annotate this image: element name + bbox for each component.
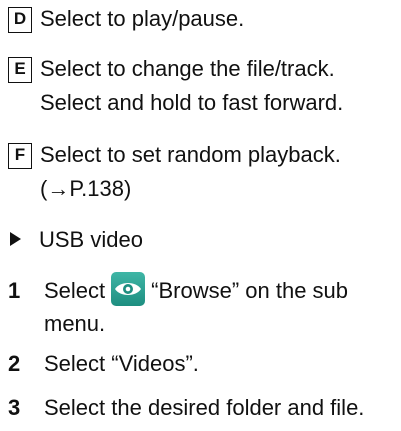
item-f-text-1: Select to set random playback. [40,142,341,167]
step-1: 1 Select “Browse” on the sub [8,272,348,309]
triangle-bullet-icon [10,232,21,246]
step-1-text-pre: Select [44,278,106,303]
step-2-text: Select “Videos”. [44,351,199,376]
section-title: USB video [39,227,143,252]
section-usb-video: USB video [8,222,143,258]
item-e-line-2: Select and hold to fast forward. [40,85,343,121]
manual-page: D Select to play/pause. E Select to change… [0,0,401,431]
key-d-label: D [8,7,32,33]
item-f-line-2: (→P.138) [40,171,131,207]
step-1-text-cont: menu. [44,311,106,336]
item-e: E Select to change the file/track. [8,51,335,87]
item-d: D Select to play/pause. [8,1,244,37]
item-d-text: Select to play/pause. [40,6,245,31]
step-2-number: 2 [8,351,21,376]
step-2: 2 Select “Videos”. [8,346,199,382]
item-f: F Select to set random playback. [8,137,341,173]
step-1-number: 1 [8,278,21,303]
item-e-text-1: Select to change the file/track. [40,56,335,81]
step-3: 3 Select the desired folder and file. [8,390,364,426]
item-f-text-2: (→P.138) [40,176,132,201]
key-f-label: F [8,143,32,169]
step-3-number: 3 [8,395,21,420]
step-1-line-2: menu. [44,306,105,342]
browse-eye-icon [111,272,146,306]
key-e-label: E [8,57,32,83]
step-1-text-post: “Browse” on the sub [151,278,349,303]
item-e-text-2: Select and hold to fast forward. [40,90,344,115]
step-3-text: Select the desired folder and file. [44,395,365,420]
